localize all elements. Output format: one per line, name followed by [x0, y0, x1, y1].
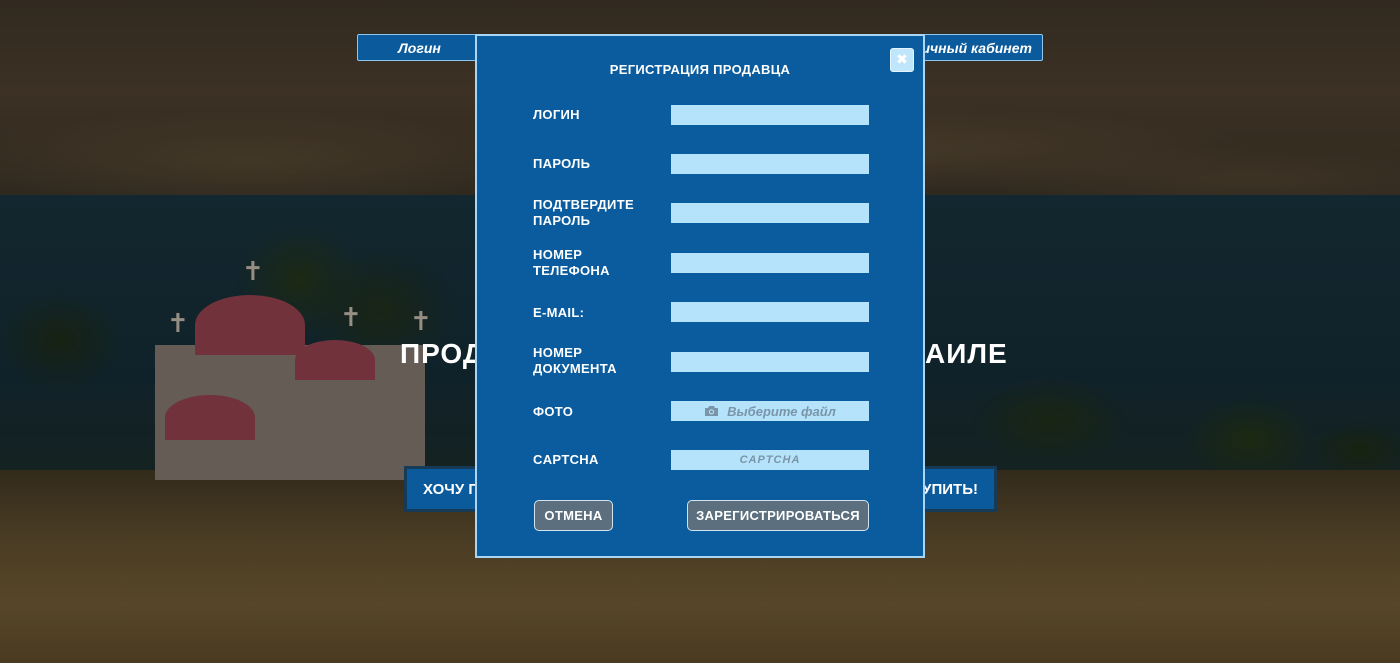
login-label: ЛОГИН — [533, 107, 580, 122]
seller-registration-modal: РЕГИСТРАЦИЯ ПРОДАВЦА ✖ ЛОГИН ПАРОЛЬ ПОДТ… — [475, 34, 925, 558]
captcha-text: CAPTCHA — [739, 454, 801, 466]
hero-title-right: АИЛЕ — [925, 338, 1008, 369]
phone-label: НОМЕР ТЕЛЕФОНА — [533, 247, 610, 278]
email-label: E-MAIL: — [533, 305, 585, 320]
confirm-password-label: ПОДТВЕРДИТЕ ПАРОЛЬ — [533, 197, 634, 228]
captcha-label: CAPTCHA — [533, 452, 599, 467]
email-input[interactable] — [671, 302, 869, 322]
register-button[interactable]: ЗАРЕГИСТРИРОВАТЬСЯ — [687, 500, 869, 531]
login-button[interactable]: Логин — [357, 34, 482, 61]
close-button[interactable]: ✖ — [890, 48, 914, 72]
hero-title-left: ПРОД — [400, 338, 484, 369]
personal-cabinet-button[interactable]: Личный кабинет — [910, 34, 1043, 61]
photo-file-picker-text: Выберите файл — [727, 403, 836, 419]
password-input[interactable] — [671, 154, 869, 174]
cancel-button[interactable]: ОТМЕНА — [534, 500, 613, 531]
camera-icon — [704, 405, 719, 417]
modal-title: РЕГИСТРАЦИЯ ПРОДАВЦА — [609, 62, 791, 77]
document-number-label: НОМЕР ДОКУМЕНТА — [533, 345, 617, 376]
captcha-box[interactable]: CAPTCHA — [671, 450, 869, 470]
confirm-password-input[interactable] — [671, 203, 869, 223]
document-number-input[interactable] — [671, 352, 869, 372]
photo-label: ФОТО — [533, 404, 574, 419]
login-input[interactable] — [671, 105, 869, 125]
close-icon: ✖ — [896, 52, 908, 68]
phone-input[interactable] — [671, 253, 869, 273]
photo-file-picker[interactable]: Выберите файл — [671, 401, 869, 421]
password-label: ПАРОЛЬ — [533, 156, 591, 171]
